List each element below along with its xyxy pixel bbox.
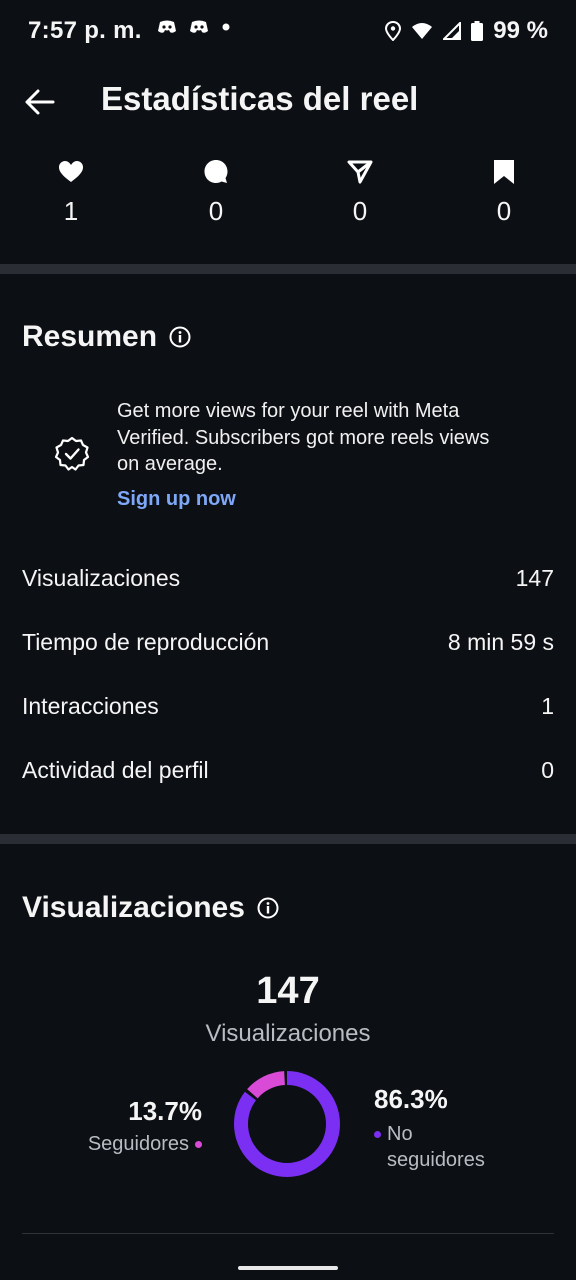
- views-title: Visualizaciones: [22, 891, 245, 924]
- summary-section-title: Resumen: [22, 320, 191, 354]
- heart-icon: [59, 161, 83, 182]
- sign-up-link[interactable]: Sign up now: [117, 488, 236, 511]
- arrow-left-icon: [25, 89, 55, 115]
- row-value: 0: [541, 757, 554, 783]
- summary-row: Tiempo de reproducción 8 min 59 s: [22, 629, 554, 656]
- summary-title: Resumen: [22, 320, 158, 353]
- row-label: Actividad del perfil: [22, 757, 209, 783]
- info-icon[interactable]: [257, 897, 279, 919]
- followers-dot: [195, 1141, 202, 1148]
- status-time: 7:57 p. m.: [28, 17, 142, 44]
- info-icon[interactable]: [169, 326, 191, 348]
- followers-label: Seguidores: [87, 1133, 189, 1155]
- likes-count: 1: [63, 196, 79, 226]
- back-button[interactable]: [20, 82, 60, 122]
- row-value: 147: [515, 565, 554, 591]
- meta-verified-promo-text: Get more views for your reel with Meta V…: [117, 400, 490, 475]
- comments-count: 0: [208, 196, 224, 226]
- non-followers-label: No seguidores: [387, 1123, 485, 1171]
- views-section-title: Visualizaciones: [22, 891, 279, 925]
- shares-count: 0: [352, 196, 368, 226]
- battery-icon: [471, 21, 484, 41]
- followers-legend: Seguidores: [88, 1133, 202, 1156]
- location-icon: [385, 21, 402, 41]
- non-followers-percent: 86.3%: [374, 1084, 448, 1114]
- home-indicator[interactable]: [238, 1266, 338, 1270]
- section-divider: [0, 264, 576, 274]
- views-total-label: Visualizaciones: [205, 1020, 371, 1047]
- section-divider: [22, 1233, 554, 1234]
- signal-icon: [443, 22, 462, 40]
- discord-icon: [190, 20, 208, 33]
- section-divider: [0, 834, 576, 844]
- page-title: Estadísticas del reel: [101, 80, 419, 117]
- wifi-icon: [412, 23, 433, 39]
- battery-level: 99 %: [493, 17, 548, 44]
- likes-stat: 1: [26, 158, 116, 227]
- row-label: Visualizaciones: [22, 565, 181, 591]
- saves-stat: 0: [459, 158, 549, 227]
- row-value: 1: [541, 693, 554, 719]
- comment-icon: [204, 160, 228, 183]
- summary-row: Actividad del perfil 0: [22, 757, 554, 784]
- non-followers-legend: No seguidores: [374, 1121, 507, 1173]
- views-donut-chart: [234, 1071, 340, 1177]
- row-label: Tiempo de reproducción: [22, 629, 270, 655]
- shares-stat: 0: [315, 158, 405, 227]
- verified-badge-icon: [54, 436, 90, 471]
- bookmark-icon: [494, 160, 514, 184]
- row-label: Interacciones: [22, 693, 159, 719]
- views-total: 147: [256, 970, 320, 1012]
- non-followers-dot: [374, 1131, 381, 1138]
- row-value: 8 min 59 s: [447, 629, 554, 655]
- notification-icons: [157, 19, 231, 35]
- status-bar: 7:57 p. m. 99 %: [0, 0, 576, 62]
- share-icon: [347, 160, 373, 184]
- summary-row: Interacciones 1: [22, 693, 554, 720]
- saves-count: 0: [496, 196, 512, 226]
- dot-icon: [222, 23, 230, 31]
- summary-row: Visualizaciones 147: [22, 565, 554, 592]
- comments-stat: 0: [171, 158, 261, 227]
- status-right: 99 %: [385, 17, 548, 45]
- discord-icon: [158, 20, 176, 33]
- followers-percent: 13.7%: [128, 1096, 202, 1126]
